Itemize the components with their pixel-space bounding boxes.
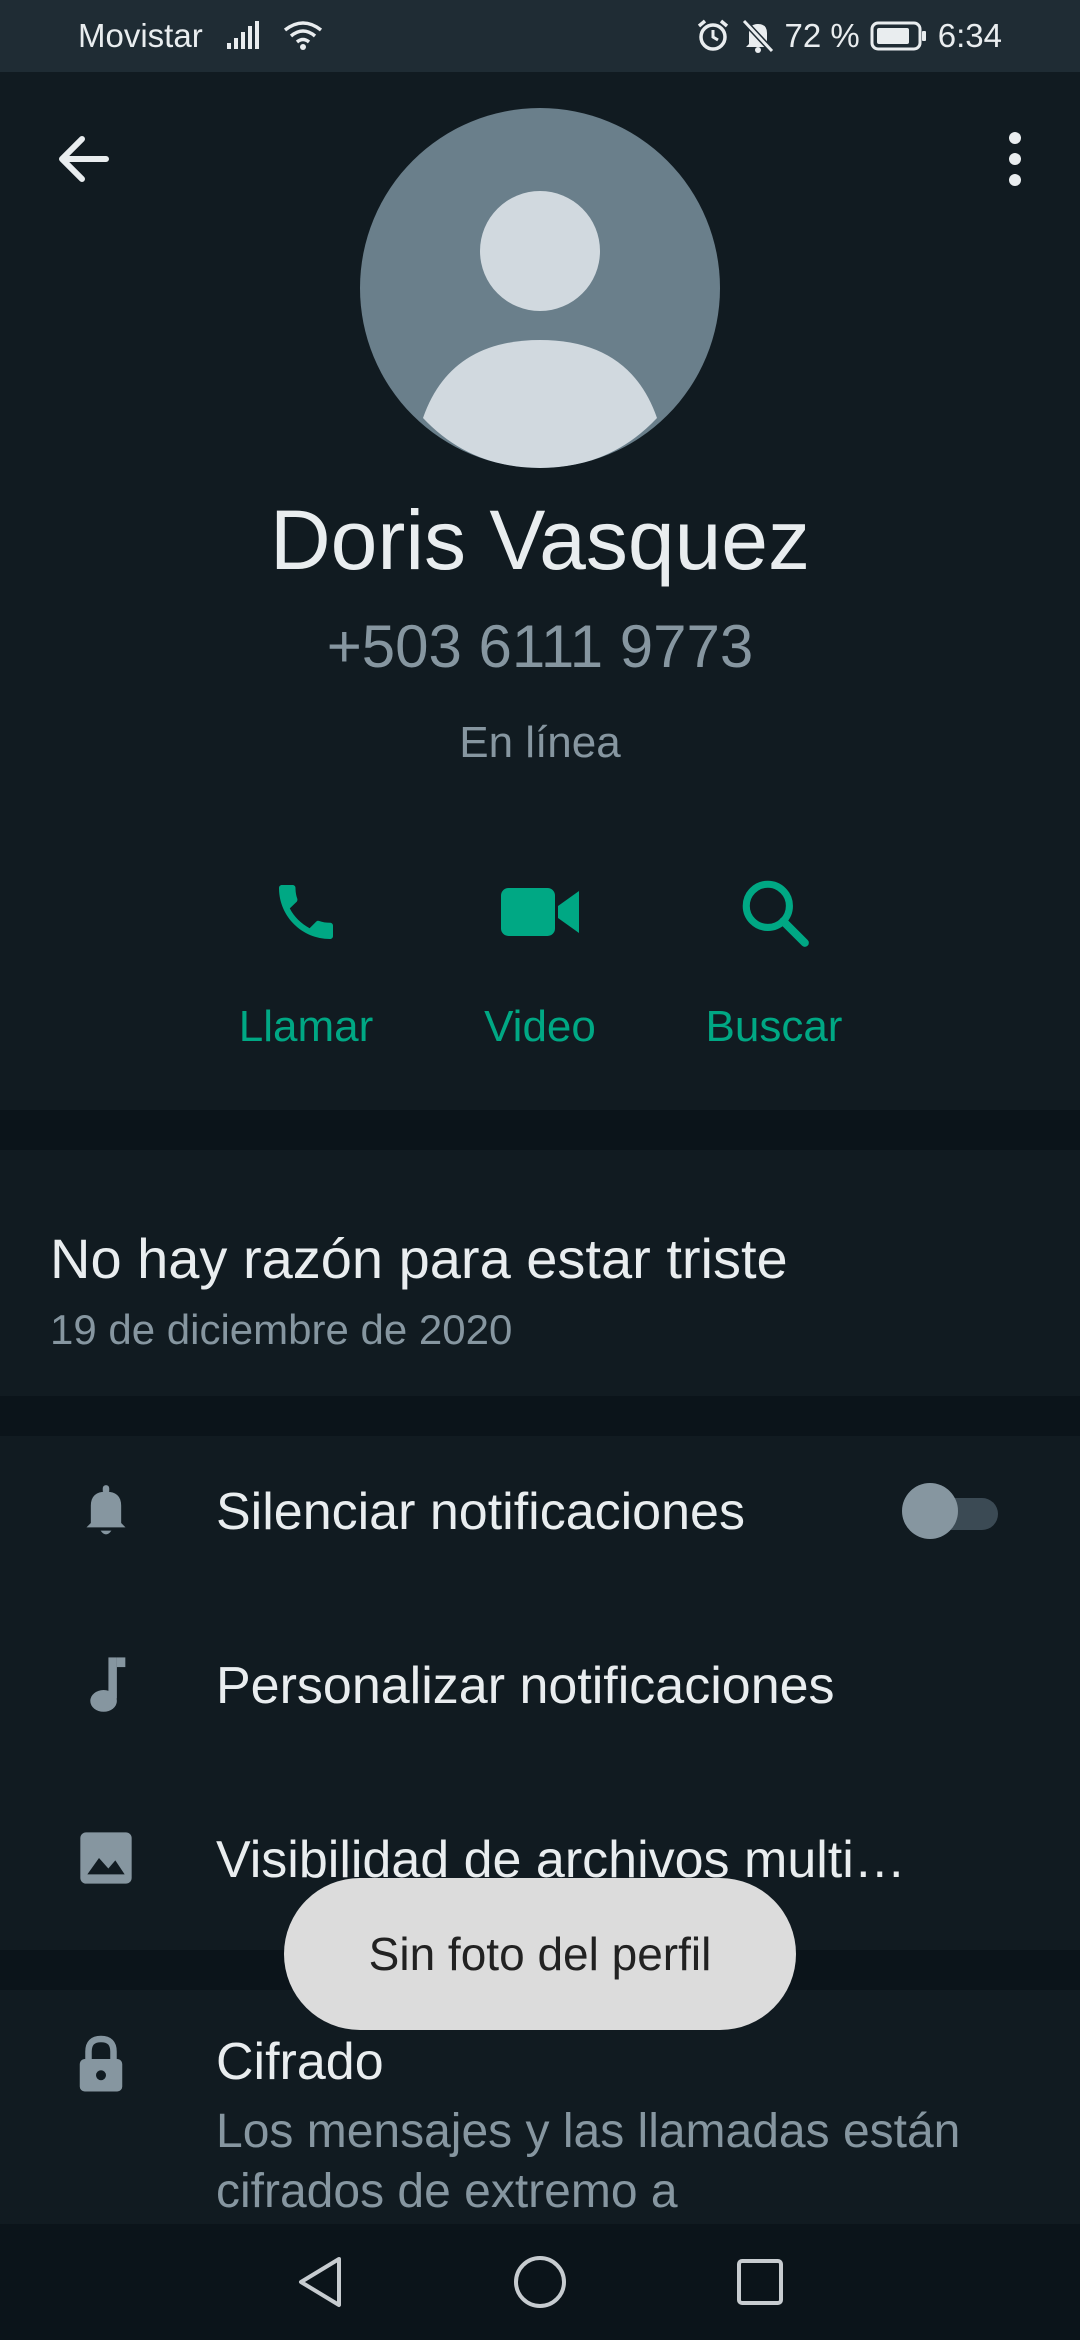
videocam-icon: [501, 888, 579, 936]
profile-header: Doris Vasquez +503 6111 9773 En línea Ll…: [0, 72, 1080, 1110]
wifi-icon: [283, 20, 323, 52]
toast-message: Sin foto del perfil: [284, 1878, 796, 2030]
presence-status: En línea: [459, 718, 621, 767]
video-label: Video: [484, 1002, 596, 1051]
search-icon: [742, 880, 809, 947]
more-vert-icon: [1009, 132, 1021, 186]
quick-actions: Llamar Video Buscar: [0, 852, 1080, 1072]
about-text: No hay razón para estar triste: [50, 1227, 788, 1290]
mute-notifications-label: Silenciar notificaciones: [216, 1483, 745, 1541]
image-icon: [80, 1832, 132, 1884]
search-button[interactable]: Buscar: [664, 852, 884, 1072]
carrier-name: Movistar: [78, 17, 203, 54]
nav-back-button[interactable]: [290, 2252, 350, 2312]
nav-recents-button[interactable]: [730, 2252, 790, 2312]
avatar[interactable]: [360, 108, 720, 468]
lock-icon: [79, 2035, 123, 2092]
default-avatar-icon: [423, 191, 657, 468]
battery-percent: 72 %: [784, 17, 860, 54]
system-navigation-bar: [0, 2224, 1080, 2340]
mute-notifications-toggle[interactable]: [902, 1483, 998, 1539]
bell-icon: [86, 1485, 126, 1535]
custom-notifications-row[interactable]: Personalizar notificaciones: [0, 1610, 1080, 1760]
square-recents-icon: [737, 2259, 783, 2305]
contact-name: Doris Vasquez: [269, 493, 810, 587]
call-button[interactable]: Llamar: [196, 852, 416, 1072]
about-section[interactable]: No hay razón para estar triste 19 de dic…: [0, 1150, 1080, 1396]
arrow-back-icon: [59, 136, 109, 182]
more-options-button[interactable]: [990, 126, 1040, 192]
alarm-icon: [695, 18, 731, 54]
encryption-description: Los mensajes y las llamadas están cifrad…: [216, 2105, 961, 2218]
battery-icon: [870, 20, 928, 52]
notifications-off-icon: [741, 18, 775, 54]
signal-icon: [225, 21, 261, 51]
circle-home-icon: [514, 2256, 566, 2308]
notification-settings: Silenciar notificaciones Personalizar no…: [0, 1436, 1080, 1950]
search-label: Buscar: [705, 1002, 843, 1051]
phone-icon: [279, 885, 333, 939]
mute-notifications-row[interactable]: Silenciar notificaciones: [0, 1436, 1080, 1586]
music-note-icon: [90, 1657, 126, 1712]
status-bar: Movistar 72 % 6:34: [0, 0, 1080, 72]
about-date: 19 de diciembre de 2020: [50, 1306, 513, 1353]
encryption-title: Cifrado: [216, 2033, 384, 2091]
triangle-back-icon: [299, 2257, 341, 2307]
contact-phone: +503 6111 9773: [326, 613, 754, 680]
clock: 6:34: [937, 17, 1002, 54]
call-label: Llamar: [238, 1002, 374, 1051]
custom-notifications-label: Personalizar notificaciones: [216, 1657, 835, 1715]
nav-home-button[interactable]: [510, 2252, 570, 2312]
back-button[interactable]: [50, 126, 116, 192]
video-call-button[interactable]: Video: [430, 852, 650, 1072]
